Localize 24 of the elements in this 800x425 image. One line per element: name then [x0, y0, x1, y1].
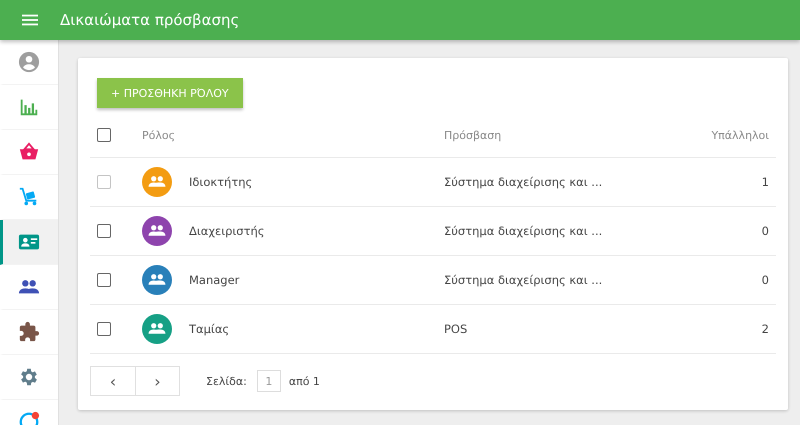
page-title: Δικαιώματα πρόσβασης — [60, 11, 240, 29]
row-checkbox[interactable] — [97, 224, 111, 238]
role-name: Διαχειριστής — [189, 224, 266, 238]
sidebar-item[interactable] — [0, 220, 58, 265]
access-cell-text: POS — [444, 322, 468, 336]
role-name: Ιδιοκτήτης — [189, 175, 254, 189]
role-name: Ταμίας — [189, 322, 230, 336]
access-cell-text: Σύστημα διαχείρισης και ... — [444, 273, 604, 287]
access-cell-text: Σύστημα διαχείρισης και ... — [444, 175, 604, 189]
page-label: Σελίδα: — [206, 374, 247, 388]
employees-cell-text: 2 — [760, 322, 770, 336]
employees-cell-text: 0 — [760, 224, 770, 238]
employees-cell-text: 1 — [760, 175, 770, 189]
column-header: Πρόσβαση — [444, 128, 502, 142]
select-all-checkbox[interactable] — [97, 128, 111, 142]
row-checkbox[interactable] — [97, 322, 111, 336]
column-header: Υπάλληλοι — [710, 128, 770, 142]
access-cell-text: Σύστημα διαχείρισης και ... — [444, 224, 604, 238]
menu-icon[interactable] — [22, 14, 38, 26]
page-count: από 1 — [288, 374, 320, 388]
employees-cell-text: 0 — [760, 273, 770, 287]
role-name: Manager — [189, 273, 240, 287]
row-checkbox[interactable] — [97, 273, 111, 287]
column-header: Ρόλος — [142, 128, 176, 142]
